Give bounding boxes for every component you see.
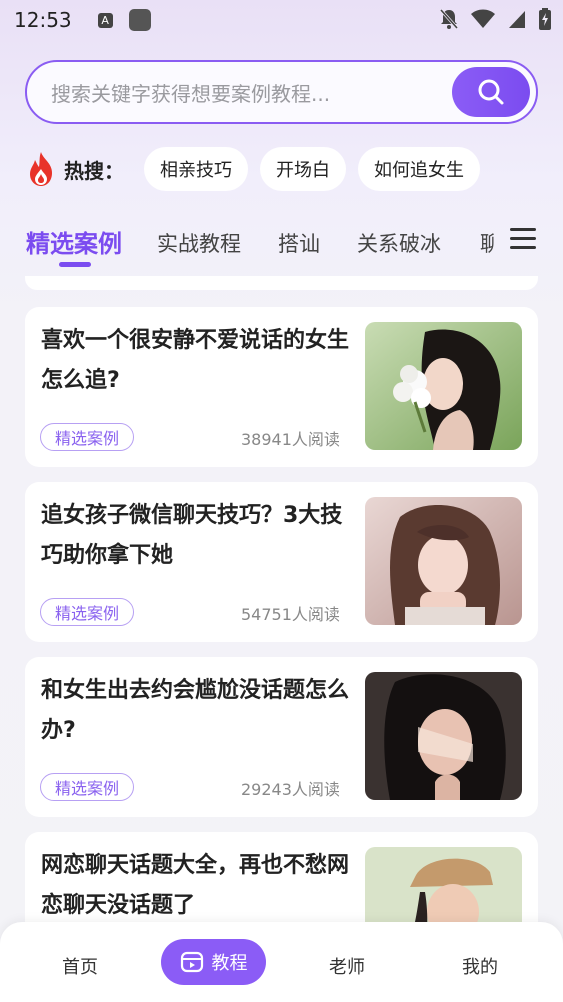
tab-practical-tutorials[interactable]: 实战教程 — [157, 228, 241, 258]
article-title: 和女生出去约会尴尬没话题怎么办? — [41, 678, 350, 743]
bottom-navigation: 首页 教程 老师 我的 — [0, 922, 563, 1002]
article-tag: 精选案例 — [40, 423, 135, 451]
read-count: 38941人阅读 — [241, 430, 340, 449]
article-thumbnail — [365, 497, 522, 625]
search-icon — [478, 79, 504, 105]
article-title: 网恋聊天话题大全，再也不愁网恋聊天没话题了 — [41, 853, 350, 918]
partial-card — [25, 276, 538, 290]
read-count: 29243人阅读 — [241, 780, 340, 799]
wifi-icon — [471, 9, 495, 28]
status-bar: 12:53 A — [0, 0, 563, 40]
tab-chat-partial[interactable]: 聊 — [480, 228, 494, 258]
nav-mine[interactable]: 我的 — [462, 953, 498, 979]
fire-icon — [30, 152, 52, 186]
search-bar[interactable]: 搜索关键字获得想要案例教程... — [25, 60, 538, 124]
article-thumbnail — [365, 672, 522, 800]
app-notification-icon — [128, 9, 151, 31]
hot-search-row: 热搜： 相亲技巧 开场白 如何追女生 — [26, 146, 480, 192]
tutorial-icon — [180, 951, 203, 973]
active-tab-indicator — [59, 262, 91, 267]
article-tag: 精选案例 — [40, 598, 135, 626]
nav-tutorial[interactable]: 教程 — [161, 939, 266, 985]
status-time: 12:53 — [14, 8, 72, 32]
article-card[interactable]: 和女生出去约会尴尬没话题怎么办? 精选案例 29243人阅读 — [25, 657, 538, 817]
article-thumbnail — [365, 322, 522, 450]
article-card[interactable]: 喜欢一个很安静不爱说话的女生怎么追? 精选案例 38941人阅读 — [25, 307, 538, 467]
article-tag: 精选案例 — [40, 773, 135, 801]
tab-featured-cases[interactable]: 精选案例 — [26, 224, 122, 259]
hot-search-label: 热搜： — [64, 158, 124, 183]
article-title: 追女孩子微信聊天技巧？3大技巧助你拿下她 — [41, 503, 343, 568]
article-title: 喜欢一个很安静不爱说话的女生怎么追? — [41, 328, 350, 393]
hot-chip-2[interactable]: 开场白 — [260, 147, 346, 191]
hot-chip-1[interactable]: 相亲技巧 — [144, 147, 248, 191]
menu-icon[interactable] — [510, 228, 536, 252]
battery-icon — [539, 8, 551, 30]
article-card[interactable]: 追女孩子微信聊天技巧？3大技巧助你拿下她 精选案例 54751人阅读 — [25, 482, 538, 642]
nav-tutorial-label: 教程 — [211, 953, 248, 974]
signal-icon — [509, 11, 525, 28]
a-notification-icon: A — [97, 12, 113, 28]
tab-ice-breaking[interactable]: 关系破冰 — [357, 228, 441, 258]
nav-home[interactable]: 首页 — [62, 953, 98, 979]
read-count: 54751人阅读 — [241, 605, 340, 624]
search-button[interactable] — [452, 67, 530, 117]
tab-pickup[interactable]: 搭讪 — [278, 228, 320, 258]
category-tabs: 精选案例 实战教程 搭讪 关系破冰 聊 — [26, 222, 536, 272]
search-input[interactable]: 搜索关键字获得想要案例教程... — [51, 78, 452, 107]
status-icons — [439, 8, 551, 30]
nav-teacher[interactable]: 老师 — [329, 953, 365, 979]
hot-chip-3[interactable]: 如何追女生 — [358, 147, 480, 191]
bell-off-icon — [439, 9, 459, 29]
